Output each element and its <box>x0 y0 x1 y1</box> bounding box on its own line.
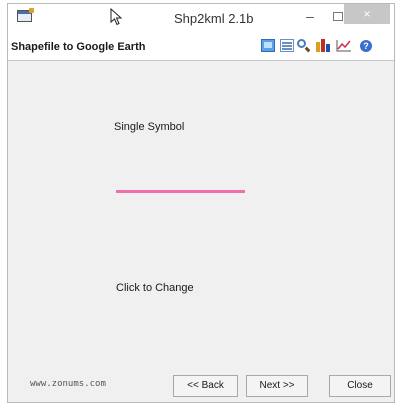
title-bar[interactable]: Shp2kml 2.1b – × <box>8 4 394 32</box>
website-url: www.zonums.com <box>30 379 106 389</box>
close-button[interactable]: Close <box>329 375 391 397</box>
zoom-lens <box>297 39 306 48</box>
wizard-title: Shapefile to Google Earth <box>11 41 146 53</box>
wizard-header: Shapefile to Google Earth ? <box>8 32 394 61</box>
wizard-content: Single Symbol Click to Change www.zonums… <box>8 61 394 402</box>
layer-icon[interactable] <box>261 39 275 52</box>
symbol-type-label: Single Symbol <box>114 121 185 133</box>
next-button[interactable]: Next >> <box>246 375 308 397</box>
help-icon[interactable]: ? <box>360 40 372 52</box>
app-icon <box>17 8 34 22</box>
chart-bar <box>321 39 325 52</box>
table-icon[interactable] <box>280 39 294 52</box>
graph-icon[interactable] <box>336 39 352 52</box>
minimize-button[interactable]: – <box>296 6 324 26</box>
zoom-icon[interactable] <box>296 39 311 53</box>
close-window-button[interactable]: × <box>344 4 390 24</box>
symbol-preview-line[interactable] <box>116 190 245 193</box>
chart-bar <box>326 44 330 52</box>
maximize-icon <box>333 11 343 21</box>
chart-icon[interactable] <box>316 39 330 52</box>
app-window: Shp2kml 2.1b – × Shapefile to Google Ear… <box>7 3 395 403</box>
chart-bar <box>316 42 320 52</box>
window-title: Shp2kml 2.1b <box>174 11 254 26</box>
back-button[interactable]: << Back <box>173 375 238 397</box>
click-to-change-link[interactable]: Click to Change <box>116 282 194 294</box>
zoom-handle <box>304 46 311 53</box>
mouse-cursor-icon <box>110 8 123 26</box>
